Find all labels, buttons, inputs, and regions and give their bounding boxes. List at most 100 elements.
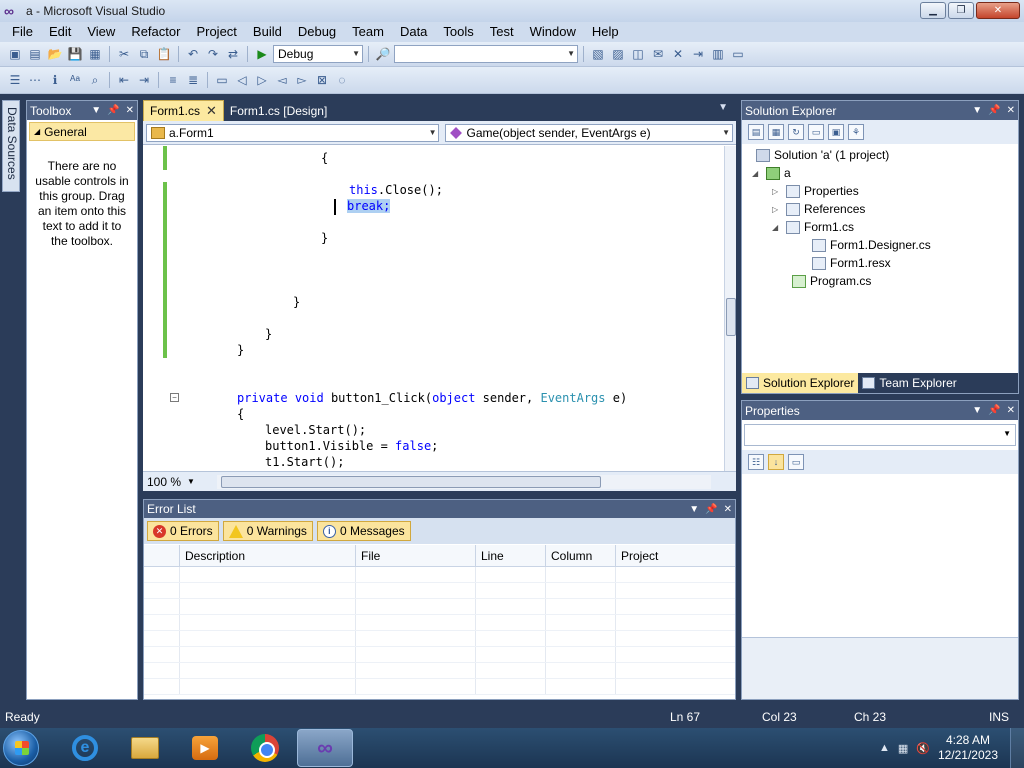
tree-properties[interactable]: ▷ Properties <box>772 182 859 200</box>
menu-data[interactable]: Data <box>392 22 435 42</box>
column-header-file[interactable]: File <box>356 545 476 566</box>
next-bookmark-icon[interactable]: ▷ <box>253 71 271 89</box>
taskbar-internet-explorer[interactable]: e <box>57 729 113 767</box>
pin-icon[interactable]: 📌 <box>988 401 1000 420</box>
menu-refactor[interactable]: Refactor <box>123 22 188 42</box>
column-header-column[interactable]: Column <box>546 545 616 566</box>
close-tab-icon[interactable]: ✕ <box>206 103 217 119</box>
close-icon[interactable]: ✕ <box>1007 101 1015 120</box>
undo-icon[interactable]: ↶ <box>184 45 202 63</box>
tree-program-cs[interactable]: Program.cs <box>792 272 871 290</box>
word-completion-icon[interactable]: ᴬᵃ <box>66 71 84 89</box>
categorized-icon[interactable]: ☷ <box>748 454 764 470</box>
warnings-filter-button[interactable]: 0 Warnings <box>222 521 313 541</box>
decrease-indent-icon[interactable]: ⇤ <box>115 71 133 89</box>
collapse-triangle-icon[interactable]: ◢ <box>752 169 762 178</box>
errors-filter-button[interactable]: ✕ 0 Errors <box>147 521 219 541</box>
increase-indent-icon[interactable]: ⇥ <box>135 71 153 89</box>
tree-solution[interactable]: Solution 'a' (1 project) <box>756 146 889 164</box>
find-in-files-icon[interactable]: 🔎 <box>374 45 392 63</box>
find-combo[interactable]: ▼ <box>394 45 578 63</box>
save-all-icon[interactable]: ▦ <box>86 45 104 63</box>
maximize-button[interactable]: ❐ <box>948 2 974 19</box>
cut-icon[interactable]: ✂ <box>115 45 133 63</box>
code-text-area[interactable]: − { this.Close(); break; } } } } private… <box>143 146 725 471</box>
tab-solution-explorer[interactable]: Solution Explorer <box>742 373 859 393</box>
class-dropdown[interactable]: a.Form1 ▼ <box>146 123 440 142</box>
panel-menu-icon[interactable]: ▼ <box>91 101 101 120</box>
refresh-icon[interactable]: ↻ <box>788 124 804 140</box>
menu-build[interactable]: Build <box>245 22 290 42</box>
close-button[interactable]: ✕ <box>976 2 1020 19</box>
panel-menu-icon[interactable]: ▼ <box>972 101 982 120</box>
panel-menu-icon[interactable]: ▼ <box>972 401 982 420</box>
vertical-scroll-thumb[interactable] <box>726 298 736 336</box>
toggle-bookmark-icon[interactable]: ▭ <box>213 71 231 89</box>
redo-icon[interactable]: ↷ <box>204 45 222 63</box>
menu-edit[interactable]: Edit <box>41 22 79 42</box>
comment-lines-icon[interactable]: ≡ <box>164 71 182 89</box>
close-icon[interactable]: ✕ <box>126 101 134 120</box>
properties-window-icon[interactable]: ▨ <box>609 45 627 63</box>
properties-icon[interactable]: ▤ <box>748 124 764 140</box>
zoom-select[interactable]: 100 % ▼ <box>143 475 203 489</box>
minimize-button[interactable]: ▁ <box>920 2 946 19</box>
menu-debug[interactable]: Debug <box>290 22 344 42</box>
show-desktop-button[interactable] <box>1010 728 1024 768</box>
messages-filter-button[interactable]: i 0 Messages <box>316 521 411 541</box>
horizontal-scroll-thumb[interactable] <box>221 476 601 488</box>
tools-icon[interactable]: ✕ <box>669 45 687 63</box>
tree-form1-resx[interactable]: Form1.resx <box>812 254 891 272</box>
vertical-scrollbar[interactable] <box>724 146 736 471</box>
quick-info-icon[interactable]: ℹ <box>46 71 64 89</box>
object-browser-icon[interactable]: ◫ <box>629 45 647 63</box>
menu-tools[interactable]: Tools <box>435 22 481 42</box>
column-header-project[interactable]: Project <box>616 545 735 566</box>
open-file-icon[interactable]: 📂 <box>46 45 64 63</box>
pin-icon[interactable]: 📌 <box>705 500 717 519</box>
clock[interactable]: 4:28 AM 12/21/2023 <box>938 733 998 763</box>
expand-triangle-icon[interactable]: ▷ <box>772 187 782 196</box>
alphabetical-icon[interactable]: ↓ <box>768 454 784 470</box>
solution-configuration-select[interactable]: Debug ▼ <box>273 45 363 63</box>
property-pages-icon[interactable]: ▭ <box>788 454 804 470</box>
paste-icon[interactable]: 📋 <box>155 45 173 63</box>
view-designer-icon[interactable]: ▣ <box>828 124 844 140</box>
menu-project[interactable]: Project <box>188 22 244 42</box>
column-header-icon[interactable] <box>144 545 180 566</box>
solution-explorer-icon[interactable]: ▧ <box>589 45 607 63</box>
tree-form1-cs[interactable]: ◢ Form1.cs <box>772 218 854 236</box>
properties-object-select[interactable]: ▼ <box>744 424 1016 446</box>
volume-muted-icon[interactable]: 🔇 <box>916 742 930 755</box>
member-dropdown[interactable]: Game(object sender, EventArgs e) ▼ <box>445 123 733 142</box>
clear-bookmarks-icon[interactable]: ⊠ <box>313 71 331 89</box>
tab-team-explorer[interactable]: Team Explorer <box>858 373 960 393</box>
expand-triangle-icon[interactable]: ▷ <box>772 205 782 214</box>
column-header-description[interactable]: Description <box>180 545 356 566</box>
find-icon[interactable]: ⌕ <box>86 71 104 89</box>
show-all-files-icon[interactable]: ▦ <box>768 124 784 140</box>
display-object-member-list-icon[interactable]: ☰ <box>6 71 24 89</box>
tab-form1-cs[interactable]: Form1.cs ✕ <box>143 100 224 121</box>
collapse-triangle-icon[interactable]: ◢ <box>772 223 782 232</box>
menu-team[interactable]: Team <box>344 22 392 42</box>
panel-menu-icon[interactable]: ▼ <box>689 500 699 519</box>
command-window-icon[interactable]: ▭ <box>729 45 747 63</box>
start-debugging-icon[interactable]: ▶ <box>253 45 271 63</box>
uncomment-lines-icon[interactable]: ≣ <box>184 71 202 89</box>
taskbar-chrome[interactable] <box>237 729 293 767</box>
navigate-icon[interactable]: ⇄ <box>224 45 242 63</box>
taskbar-media-player[interactable]: ▶ <box>177 729 233 767</box>
network-icon[interactable]: ▦ <box>898 742 908 755</box>
pin-icon[interactable]: 📌 <box>107 101 119 120</box>
toolbox-group-general[interactable]: ◢ General <box>29 122 135 141</box>
next-bookmark-folder-icon[interactable]: ▻ <box>293 71 311 89</box>
horizontal-scrollbar[interactable] <box>217 475 711 489</box>
show-hidden-icons-chevron-icon[interactable]: ▲ <box>879 742 890 754</box>
tab-form1-design[interactable]: Form1.cs [Design] <box>224 100 333 121</box>
column-header-line[interactable]: Line <box>476 545 546 566</box>
tree-form1-designer[interactable]: Form1.Designer.cs <box>812 236 931 254</box>
menu-help[interactable]: Help <box>584 22 627 42</box>
view-code-icon[interactable]: ▭ <box>808 124 824 140</box>
outline-collapse-icon[interactable]: − <box>170 393 179 402</box>
